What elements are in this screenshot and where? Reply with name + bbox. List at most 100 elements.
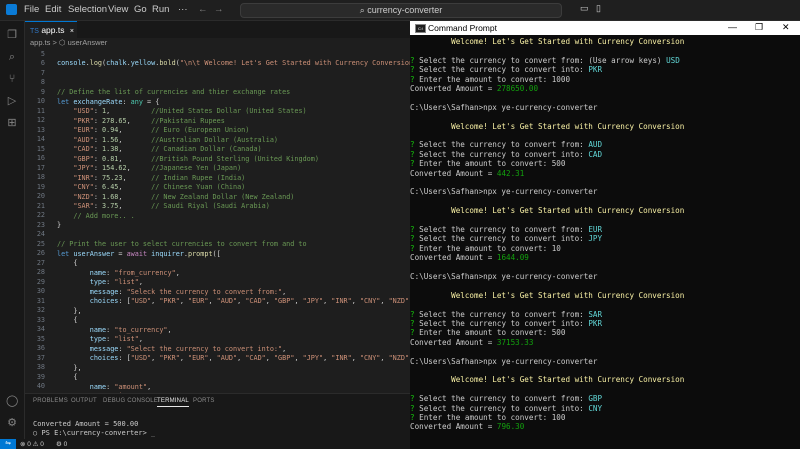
- search-view-icon[interactable]: ⌕: [6, 51, 18, 63]
- menu-run[interactable]: Run: [152, 4, 169, 15]
- console-output: Welcome! Let's Get Started with Currency…: [410, 36, 800, 449]
- code-line: message: "Select the currency to convert…: [89, 344, 287, 353]
- layout-icon[interactable]: ▭: [580, 3, 589, 14]
- line-number: 20: [36, 192, 45, 200]
- code-line: },: [57, 306, 82, 315]
- console-question-into: ? Select the currency to convert into: J…: [410, 234, 603, 244]
- settings-gear-icon[interactable]: ⚙: [6, 417, 18, 429]
- ports-count[interactable]: ⚙ 0: [56, 440, 67, 448]
- code-line: message: "Seleck the currency to convert…: [89, 287, 287, 296]
- minimize-icon[interactable]: —: [728, 22, 737, 32]
- console-command: C:\Users\Safhan>npx ye-currency-converte…: [410, 272, 598, 281]
- line-number: 33: [36, 315, 45, 324]
- search-text: currency-converter: [367, 5, 443, 15]
- breadcrumb[interactable]: app.ts > ⬡ userAnswer: [30, 38, 107, 47]
- menu-more[interactable]: ···: [178, 4, 188, 15]
- activity-bar: ❐ ⌕ ⑂ ▷ ⊞ ◯ ⚙: [0, 21, 25, 449]
- line-number: 11: [36, 106, 45, 115]
- maximize-icon[interactable]: ❐: [755, 22, 763, 33]
- close-icon[interactable]: ×: [70, 28, 74, 35]
- remote-icon[interactable]: ⇋: [0, 439, 16, 449]
- line-number: 21: [36, 201, 45, 210]
- menu-view[interactable]: View: [108, 4, 128, 15]
- code-line: "CNY": 6.45, // Chinese Yuan (China): [73, 183, 246, 191]
- console-question-amount: ? Enter the amount to convert: 500: [410, 328, 566, 338]
- tab-debug-console[interactable]: DEBUG CONSOLE: [103, 398, 158, 404]
- sidebar-toggle-icon[interactable]: ▯: [596, 3, 601, 14]
- console-question-into: ? Select the currency to convert into: C…: [410, 403, 603, 413]
- explorer-icon[interactable]: ❐: [6, 29, 18, 41]
- line-number: 18: [36, 173, 45, 181]
- line-number: 7: [40, 68, 45, 77]
- console-result: Converted Amount = 1644.09: [410, 253, 529, 263]
- line-number: 32: [36, 306, 45, 314]
- terminal-output-line: Converted Amount = 500.00: [33, 420, 139, 428]
- run-debug-icon[interactable]: ▷: [6, 95, 18, 107]
- cmd-icon: C:\: [415, 24, 426, 33]
- line-number: 8: [40, 78, 45, 86]
- line-number: 28: [36, 268, 45, 276]
- code-line: "AUD": 1.56, //Australian Dollar (Austra…: [73, 135, 279, 144]
- code-line: // Print the user to select currencies t…: [57, 240, 307, 248]
- code-line: console.log(chalk.yellow.bold("\n\t Welc…: [57, 59, 410, 67]
- line-number: 39: [36, 372, 45, 381]
- menu-selection[interactable]: Selection: [68, 4, 107, 15]
- source-control-icon[interactable]: ⑂: [6, 73, 18, 85]
- line-number: 23: [36, 220, 45, 229]
- code-line: "JPY": 154.62, //Japanese Yen (Japan): [73, 164, 242, 172]
- account-icon[interactable]: ◯: [6, 395, 18, 407]
- line-number: 9: [40, 87, 45, 96]
- close-window-icon[interactable]: ✕: [782, 22, 790, 33]
- vscode-logo-icon: [6, 4, 17, 15]
- command-center-search[interactable]: ⌕ currency-converter: [240, 3, 562, 18]
- code-line: }: [57, 221, 62, 229]
- tab-app-ts[interactable]: TS app.ts ×: [25, 21, 77, 39]
- window-title: Command Prompt: [428, 23, 497, 33]
- code-editor[interactable]: 5 6 7 8 9 10 11 12 13 14 15 16 17 18 19 20 21 22 23 24 25 26 2…: [25, 47, 410, 393]
- line-number: 5: [40, 49, 45, 58]
- console-question-amount: ? Enter the amount to convert: 10: [410, 243, 561, 253]
- tab-label: app.ts: [41, 25, 65, 35]
- line-number: 37: [36, 353, 45, 362]
- line-number: 16: [36, 154, 45, 162]
- line-number: 27: [36, 258, 45, 267]
- menu-file[interactable]: File: [24, 4, 39, 15]
- console-welcome: Welcome! Let's Get Started with Currency…: [410, 37, 685, 46]
- line-number: 25: [36, 239, 45, 248]
- line-number: 40: [36, 382, 45, 390]
- tab-ports[interactable]: PORTS: [193, 398, 215, 404]
- title-bar: File Edit Selection View Go Run ··· ← → …: [0, 0, 800, 21]
- line-number: 24: [36, 230, 45, 238]
- console-command: C:\Users\Safhan>npx ye-currency-converte…: [410, 187, 598, 197]
- code-line: "SAR": 3.75, // Saudi Riyal (Saudi Arabi…: [73, 202, 270, 210]
- problems-count[interactable]: ⊗ 0 ⚠ 0: [20, 440, 44, 448]
- line-number: 34: [36, 325, 45, 333]
- command-prompt-window[interactable]: C:\ Command Prompt — ❐ ✕ Welcome! Let's …: [410, 21, 800, 449]
- extensions-icon[interactable]: ⊞: [6, 117, 18, 129]
- tab-terminal[interactable]: TERMINAL: [157, 398, 189, 407]
- console-result: Converted Amount = 796.30: [410, 422, 525, 432]
- tab-problems[interactable]: PROBLEMS: [33, 398, 68, 404]
- line-number: 30: [36, 287, 45, 295]
- code-line: let userAnswer = await inquirer.prompt([: [57, 249, 221, 258]
- code-line: "NZD": 1.68, // New Zealand Dollar (New …: [73, 192, 295, 201]
- code-line: "CAD": 1.38, // Canadian Dollar (Canada): [73, 145, 262, 153]
- line-number: 10: [36, 97, 45, 105]
- code-line: let exchangeRate: any = {: [57, 97, 160, 106]
- back-arrow-icon[interactable]: ←: [198, 4, 208, 15]
- console-result: Converted Amount = 278650.00: [410, 84, 539, 93]
- menu-edit[interactable]: Edit: [45, 4, 61, 15]
- console-welcome: Welcome! Let's Get Started with Currency…: [410, 206, 685, 216]
- line-number: 19: [36, 182, 45, 191]
- code-line: "EUR": 0.94, // Euro (European Union): [73, 126, 250, 134]
- console-command: C:\Users\Safhan>npx ye-currency-converte…: [410, 356, 598, 366]
- typescript-file-icon: TS: [30, 28, 39, 35]
- console-result: Converted Amount = 442.31: [410, 168, 525, 178]
- forward-arrow-icon[interactable]: →: [214, 4, 224, 15]
- code-line: // Define the list of currencies and thi…: [57, 88, 291, 96]
- menu-go[interactable]: Go: [134, 4, 147, 15]
- tab-output[interactable]: OUTPUT: [71, 398, 97, 404]
- code-line: "GBP": 0.81, //British Pound Sterling (U…: [73, 154, 319, 163]
- terminal-prompt[interactable]: ○ PS E:\currency-converter> █: [33, 429, 156, 437]
- code-line: "USD": 1, //United States Dollar (United…: [73, 107, 307, 115]
